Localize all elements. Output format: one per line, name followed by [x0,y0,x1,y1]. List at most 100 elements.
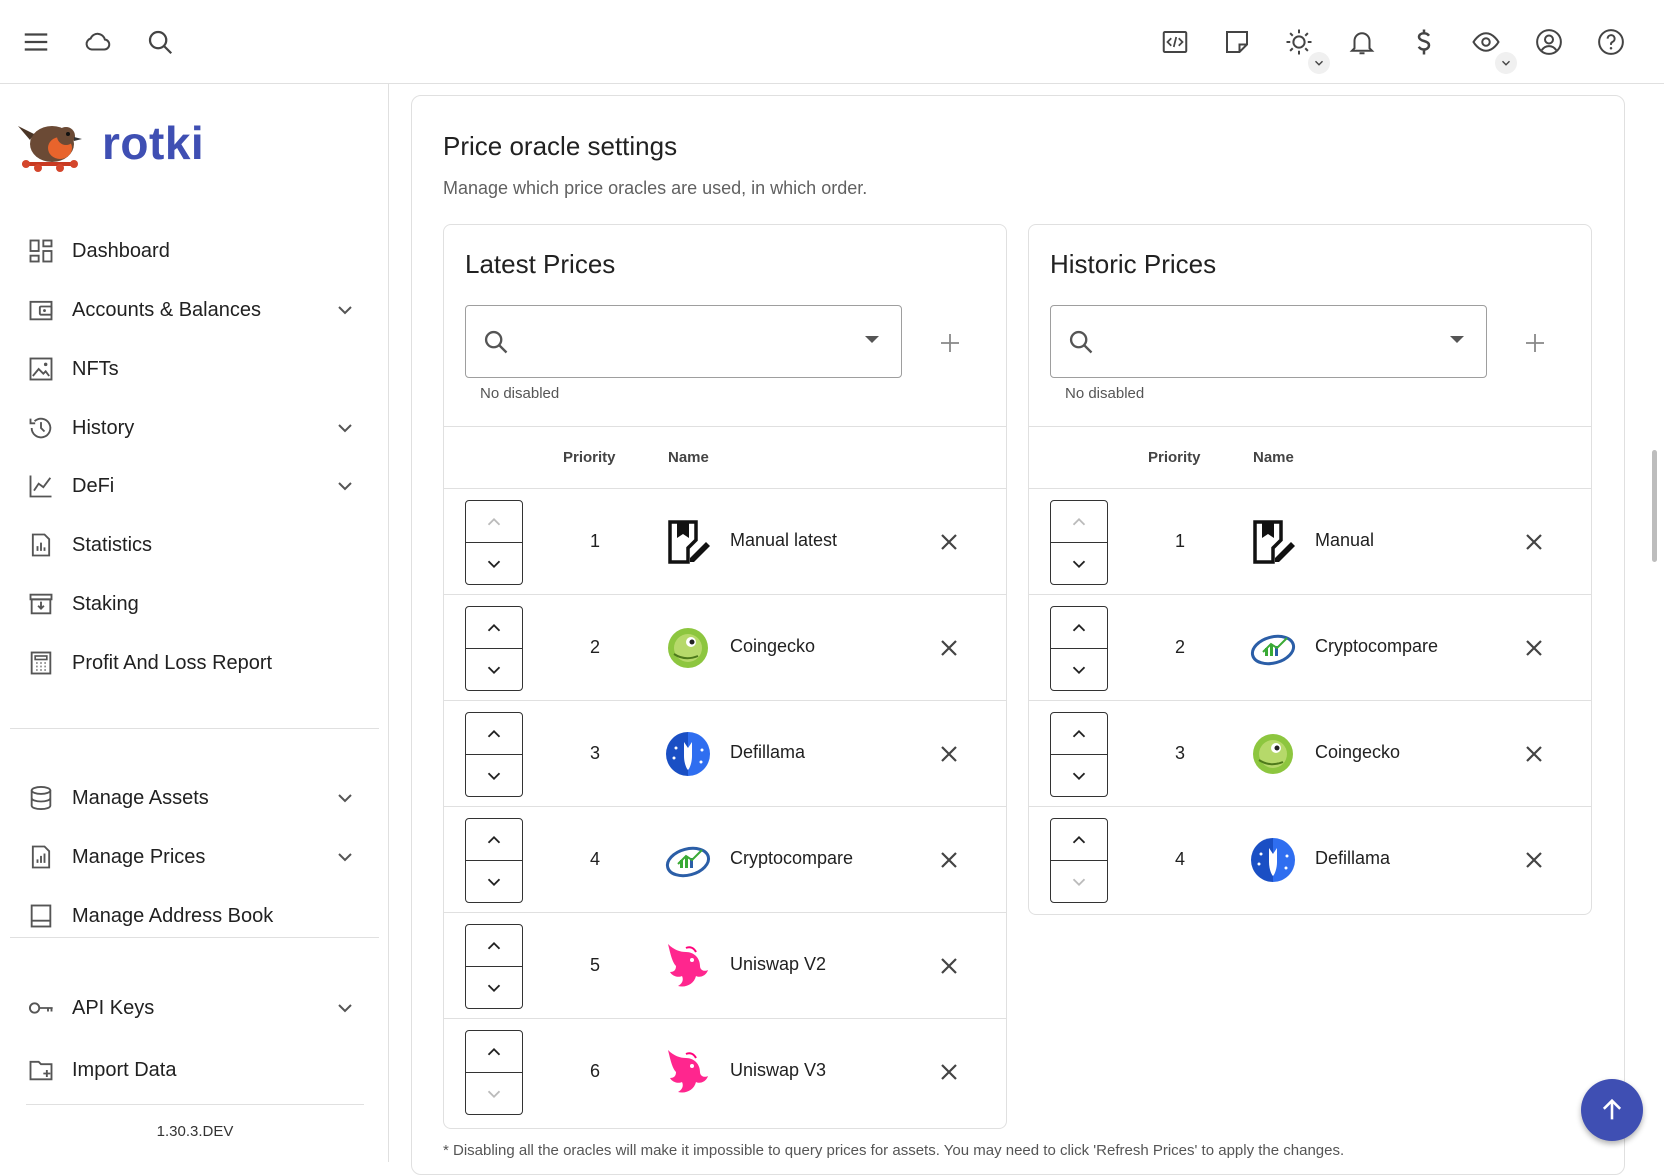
table-row: 3 Coingecko [1029,701,1591,807]
remove-oracle-close-icon[interactable] [1522,848,1546,872]
move-down-button[interactable] [1051,543,1107,585]
sidebar-item-manage-prices[interactable]: Manage Prices [0,829,379,885]
menu-icon[interactable] [18,24,54,60]
sidebar-item-history[interactable]: History [0,400,379,456]
sidebar-item-manage-assets[interactable]: Manage Assets [0,770,379,826]
history-icon [26,413,56,443]
sidebar-item-label: Dashboard [72,239,170,262]
sidebar-divider [10,728,379,729]
sidebar-item-dashboard[interactable]: Dashboard [0,223,379,279]
sidebar-item-label: Manage Prices [72,845,206,868]
sidebar-item-manage-address-book[interactable]: Manage Address Book [0,888,379,944]
move-down-button[interactable] [1051,649,1107,691]
cryptocompare-icon [665,846,711,878]
oracle-name: Coingecko [730,636,816,656]
chevron-down-icon[interactable] [333,474,357,498]
sidebar-item-label: Manage Assets [72,786,209,809]
move-up-button[interactable] [466,607,522,649]
move-up-button[interactable] [1051,607,1107,649]
move-down-button[interactable] [466,967,522,1009]
move-down-button[interactable] [1051,755,1107,797]
page-scrollbar[interactable] [1652,450,1657,562]
app-bar [0,0,1664,84]
sidebar: rotki Dashboard Accounts & Balances NFTs… [0,84,389,1162]
remove-oracle-close-icon[interactable] [1522,742,1546,766]
remove-oracle-close-icon[interactable] [937,636,961,660]
chevron-down-icon[interactable] [333,416,357,440]
move-down-button[interactable] [466,861,522,903]
remove-oracle-close-icon[interactable] [937,742,961,766]
table-row: 1 Manual [1029,489,1591,595]
oracle-name: Defillama [1315,848,1391,868]
dropdown-arrow-icon[interactable] [1450,336,1464,343]
table-row: 5 Uniswap V2 [444,913,1006,1019]
sidebar-item-accounts-balances[interactable]: Accounts & Balances [0,282,379,338]
sidebar-item-label: NFTs [72,357,119,380]
help-icon[interactable] [1593,24,1629,60]
sidebar-item-profit-loss-report[interactable]: Profit And Loss Report [0,635,379,691]
add-oracle-button[interactable] [1517,325,1553,361]
move-up-button[interactable] [466,1031,522,1073]
code-icon[interactable] [1157,24,1193,60]
move-down-button[interactable] [466,543,522,585]
oracle-search-select[interactable] [465,305,902,378]
bell-icon[interactable] [1344,24,1380,60]
move-up-button[interactable] [466,819,522,861]
robin-logo-icon [18,126,82,172]
oracle-search-select[interactable] [1050,305,1487,378]
currency-icon[interactable] [1406,24,1442,60]
remove-oracle-close-icon[interactable] [937,954,961,978]
sidebar-item-api-keys[interactable]: API Keys [0,980,379,1036]
add-oracle-button[interactable] [932,325,968,361]
move-up-button[interactable] [466,925,522,967]
chevron-down-icon[interactable] [333,786,357,810]
search-icon[interactable] [142,24,178,60]
move-down-button[interactable] [1051,861,1107,903]
dropdown-arrow-icon[interactable] [865,336,879,343]
sidebar-item-defi[interactable]: DeFi [0,458,379,514]
chevron-down-icon[interactable] [333,996,357,1020]
database-icon [26,783,56,813]
move-down-button[interactable] [466,1073,522,1115]
sidebar-item-label: Profit And Loss Report [72,651,273,674]
app-logo[interactable]: rotki [16,110,204,176]
sidebar-item-label: API Keys [72,996,155,1019]
remove-oracle-close-icon[interactable] [1522,530,1546,554]
sidebar-item-statistics[interactable]: Statistics [0,517,379,573]
oracle-name: Manual [1315,530,1375,550]
priority-value: 5 [589,955,600,975]
column-priority: Priority [1148,449,1201,466]
table-row: 3 Defillama [444,701,1006,807]
remove-oracle-close-icon[interactable] [937,530,961,554]
sidebar-item-nfts[interactable]: NFTs [0,341,379,397]
move-up-button[interactable] [1051,713,1107,755]
sidebar-item-staking[interactable]: Staking [0,576,379,632]
theme-menu-chevron-down-icon[interactable] [1308,52,1330,74]
chevron-down-icon[interactable] [333,298,357,322]
panel-title: Latest Prices [465,249,616,279]
arrow-up-icon [1602,1098,1622,1120]
move-up-button[interactable] [466,713,522,755]
sidebar-item-import-data[interactable]: Import Data [0,1042,379,1098]
remove-oracle-close-icon[interactable] [937,848,961,872]
move-up-button[interactable] [1051,819,1107,861]
move-up-button[interactable] [466,501,522,543]
sidebar-item-label: Staking [72,592,139,615]
chevron-up-icon [1072,517,1086,525]
move-down-button[interactable] [466,755,522,797]
scroll-to-top-button[interactable] [1581,1079,1643,1141]
table-row: 6 Uniswap V3 [444,1019,1006,1125]
chevron-up-icon [487,835,501,843]
move-down-button[interactable] [466,649,522,691]
privacy-menu-chevron-down-icon[interactable] [1495,52,1517,74]
remove-oracle-close-icon[interactable] [937,1060,961,1084]
disabled-hint: No disabled [480,385,560,402]
chevron-down-icon[interactable] [333,845,357,869]
cloud-icon[interactable] [80,24,116,60]
remove-oracle-close-icon[interactable] [1522,636,1546,660]
account-icon[interactable] [1531,24,1567,60]
priority-value: 3 [589,743,600,763]
move-up-button[interactable] [1051,501,1107,543]
wallet-icon [26,295,56,325]
notes-icon[interactable] [1219,24,1255,60]
